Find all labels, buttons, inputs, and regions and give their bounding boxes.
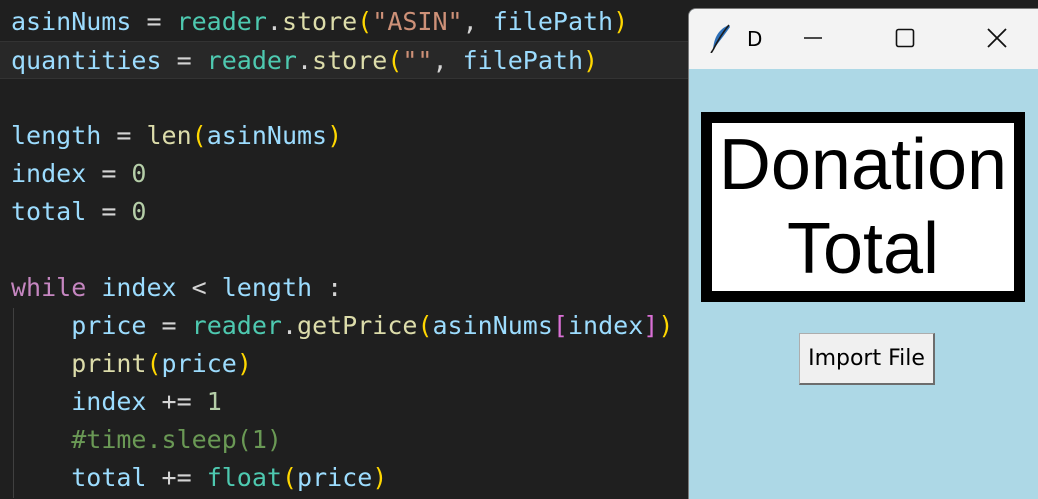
- code-token: (: [417, 311, 433, 340]
- code-token: =: [86, 159, 132, 188]
- title-bar[interactable]: D: [689, 9, 1038, 69]
- code-token: (: [281, 463, 298, 492]
- code-token: index: [11, 159, 87, 188]
- import-file-button[interactable]: Import File: [799, 333, 935, 385]
- code-token: +=: [146, 387, 207, 416]
- code-token: 0: [131, 197, 147, 226]
- code-token: reader: [206, 46, 297, 75]
- code-token: total: [11, 197, 87, 226]
- label-line-2: Total: [786, 209, 940, 289]
- code-token: "": [402, 46, 433, 75]
- code-token: [: [552, 311, 568, 340]
- code-line[interactable]: #time.sleep(1): [11, 421, 282, 459]
- code-token: filePath: [462, 46, 584, 75]
- code-token: asinNums: [206, 121, 328, 150]
- minimize-icon: [804, 37, 822, 39]
- code-line[interactable]: index += 1: [11, 383, 222, 421]
- code-token: .: [296, 46, 313, 75]
- code-token: #time.sleep(1): [71, 425, 282, 454]
- code-token: ): [327, 121, 343, 150]
- indent-guide: [13, 308, 14, 498]
- code-token: =: [101, 121, 147, 150]
- code-token: total: [71, 463, 147, 492]
- code-token: print: [71, 349, 147, 378]
- code-line[interactable]: print(price): [11, 345, 252, 383]
- code-token: +=: [146, 463, 207, 492]
- code-token: ): [236, 349, 252, 378]
- code-token: .: [281, 311, 298, 340]
- code-token: ): [583, 46, 599, 75]
- label-line-1: Donation: [718, 125, 1008, 205]
- code-token: store: [312, 46, 388, 75]
- code-token: len: [146, 121, 192, 150]
- code-token: length: [11, 121, 102, 150]
- code-token: reader: [176, 7, 267, 36]
- code-token: asinNums: [432, 311, 553, 340]
- code-token: =: [161, 46, 207, 75]
- code-token: :: [312, 273, 343, 302]
- code-token: index: [71, 387, 147, 416]
- code-line[interactable]: price = reader.getPrice(asinNums[index]): [11, 307, 673, 345]
- close-icon: [987, 28, 1007, 48]
- code-token: getPrice: [297, 311, 418, 340]
- code-line[interactable]: quantities = reader.store("", filePath): [0, 41, 690, 79]
- code-token: (: [357, 7, 373, 36]
- code-line[interactable]: asinNums = reader.store("ASIN", filePath…: [11, 3, 628, 41]
- code-token: store: [281, 7, 358, 36]
- code-token: price: [71, 311, 147, 340]
- code-token: while: [11, 273, 87, 302]
- code-token: index: [567, 311, 644, 340]
- code-token: =: [146, 311, 192, 340]
- maximize-icon: [895, 28, 915, 48]
- code-token: 0: [131, 159, 147, 188]
- code-token: (: [191, 121, 207, 150]
- code-token: (: [146, 349, 162, 378]
- feather-icon: [710, 24, 730, 53]
- minimize-button[interactable]: [767, 9, 859, 67]
- code-token: reader: [191, 311, 282, 340]
- code-token: length: [221, 273, 313, 302]
- code-token: .: [266, 7, 282, 36]
- tk-window: D Donation Total Import File: [688, 8, 1038, 499]
- code-token: ): [372, 463, 388, 492]
- code-line[interactable]: index = 0: [11, 155, 146, 193]
- code-token: filePath: [492, 7, 614, 36]
- maximize-button[interactable]: [859, 9, 951, 67]
- code-token: ): [658, 311, 674, 340]
- code-token: price: [161, 349, 237, 378]
- donation-total-label: Donation Total: [701, 112, 1025, 302]
- code-line[interactable]: length = len(asinNums): [11, 117, 342, 155]
- code-token: =: [86, 197, 132, 226]
- code-line[interactable]: while index < length :: [11, 269, 342, 307]
- code-token: (: [387, 46, 403, 75]
- code-token: ): [613, 7, 629, 36]
- window-title: D: [747, 27, 763, 51]
- code-line[interactable]: total += float(price): [11, 459, 387, 497]
- code-token: float: [206, 463, 282, 492]
- code-token: index: [101, 273, 177, 302]
- code-line[interactable]: total = 0: [11, 193, 146, 231]
- code-token: ,: [462, 7, 493, 36]
- code-token: ]: [643, 311, 659, 340]
- code-token: quantities: [11, 46, 162, 75]
- code-token: price: [297, 463, 373, 492]
- code-token: "ASIN": [372, 7, 463, 36]
- close-button[interactable]: [951, 9, 1038, 67]
- code-token: asinNums: [11, 7, 132, 36]
- code-token: 1: [206, 387, 222, 416]
- code-token: ,: [432, 46, 463, 75]
- code-token: =: [131, 7, 177, 36]
- code-token: <: [176, 273, 222, 302]
